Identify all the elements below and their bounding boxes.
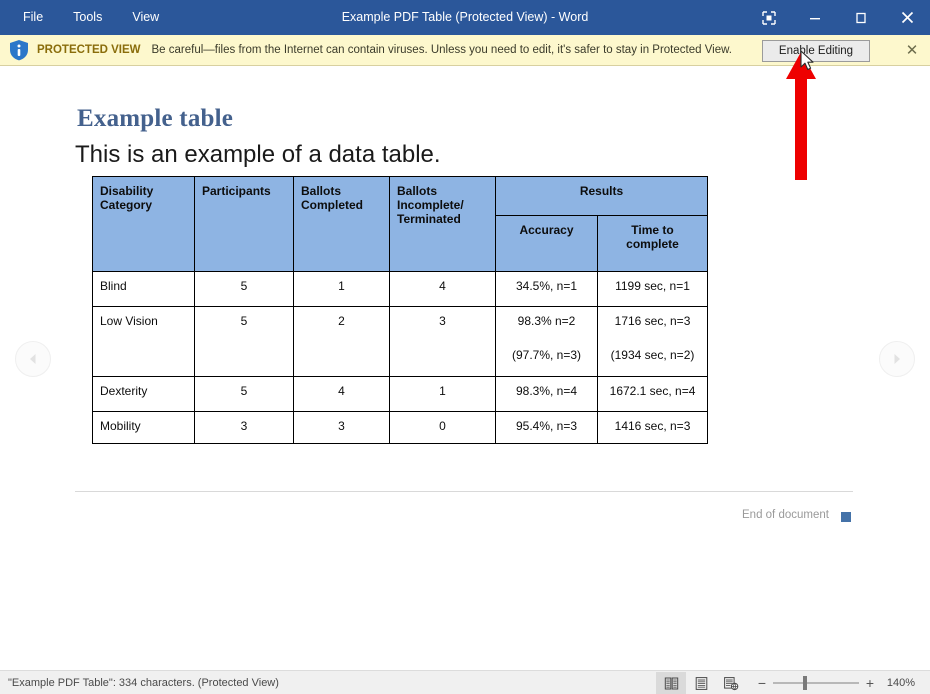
ribbon-display-options-icon — [762, 11, 776, 25]
ribbon-display-options-button[interactable] — [746, 0, 792, 35]
next-page-arrow-icon — [890, 352, 904, 366]
cell-time-to-complete: 1199 sec, n=1 — [598, 272, 708, 307]
status-bar-text: "Example PDF Table": 334 characters. (Pr… — [8, 677, 279, 689]
close-protected-view-bar-button[interactable]: ✕ — [904, 43, 920, 59]
table-row: Blind 5 1 4 34.5%, n=1 1199 sec, n=1 — [93, 272, 708, 307]
zoom-slider-thumb[interactable] — [803, 676, 807, 690]
cell-accuracy: 95.4%, n=3 — [496, 412, 598, 444]
close-button[interactable] — [884, 0, 930, 35]
data-table: Disability Category Participants Ballots… — [92, 176, 708, 444]
cell-ballots-completed: 4 — [294, 377, 390, 412]
table-row: Dexterity 5 4 1 98.3%, n=4 1672.1 sec, n… — [93, 377, 708, 412]
menu-view[interactable]: View — [117, 0, 174, 35]
print-layout-view-button[interactable] — [686, 672, 716, 694]
cell-category: Blind — [93, 272, 195, 307]
read-mode-view-button[interactable] — [656, 672, 686, 694]
maximize-restore-button[interactable] — [838, 0, 884, 35]
end-of-document-label: End of document — [742, 509, 829, 521]
page-title: Example table — [77, 105, 233, 133]
zoom-slider[interactable] — [773, 676, 859, 690]
zoom-in-button[interactable]: + — [862, 675, 878, 691]
enable-editing-button[interactable]: Enable Editing — [762, 40, 870, 62]
cell-ballots-completed: 2 — [294, 307, 390, 377]
cell-accuracy: 34.5%, n=1 — [496, 272, 598, 307]
document-subheading: This is an example of a data table. — [75, 141, 441, 169]
cell-accuracy: 98.3%, n=4 — [496, 377, 598, 412]
web-layout-view-icon — [723, 676, 739, 691]
title-bar: File Tools View Example PDF Table (Prote… — [0, 0, 930, 35]
protected-view-label: PROTECTED VIEW — [37, 44, 141, 56]
header-participants: Participants — [195, 177, 294, 272]
cell-ballots-completed: 1 — [294, 272, 390, 307]
previous-page-button[interactable] — [15, 341, 51, 377]
header-disability-category: Disability Category — [93, 177, 195, 272]
shield-info-icon — [8, 39, 30, 61]
cell-participants: 5 — [195, 307, 294, 377]
word-protected-view-window: File Tools View Example PDF Table (Prote… — [0, 0, 930, 694]
cell-participants: 3 — [195, 412, 294, 444]
cell-category: Mobility — [93, 412, 195, 444]
header-accuracy: Accuracy — [496, 216, 598, 272]
table-row: Low Vision 5 2 3 98.3% n=2 (97.7%, n=3) … — [93, 307, 708, 377]
minimize-icon — [809, 12, 821, 24]
restore-icon — [855, 12, 867, 24]
cell-time-to-complete: 1672.1 sec, n=4 — [598, 377, 708, 412]
menu-bar: File Tools View — [0, 0, 174, 35]
cell-ballots-incomplete: 4 — [390, 272, 496, 307]
header-time-to-complete: Time to complete — [598, 216, 708, 272]
cell-ballots-incomplete: 3 — [390, 307, 496, 377]
cell-category: Low Vision — [93, 307, 195, 377]
table-header-row-1: Disability Category Participants Ballots… — [93, 177, 708, 216]
cell-ballots-incomplete: 0 — [390, 412, 496, 444]
close-icon — [901, 11, 914, 24]
print-layout-view-icon — [694, 676, 709, 691]
cell-time-to-complete: 1716 sec, n=3 (1934 sec, n=2) — [598, 307, 708, 377]
previous-page-arrow-icon — [26, 352, 40, 366]
menu-tools[interactable]: Tools — [58, 0, 117, 35]
end-of-document-marker — [841, 512, 851, 522]
cell-ballots-completed: 3 — [294, 412, 390, 444]
web-layout-view-button[interactable] — [716, 672, 746, 694]
header-results-group: Results — [496, 177, 708, 216]
document-canvas[interactable]: Example table This is an example of a da… — [0, 66, 930, 670]
zoom-out-button[interactable]: − — [754, 675, 770, 691]
window-controls — [746, 0, 930, 35]
cell-ballots-incomplete: 1 — [390, 377, 496, 412]
header-ballots-incomplete-terminated: Ballots Incomplete/ Terminated — [390, 177, 496, 272]
next-page-button[interactable] — [879, 341, 915, 377]
zoom-control: − + — [754, 675, 878, 691]
protected-view-message: Be careful—files from the Internet can c… — [152, 44, 732, 56]
end-of-document-divider — [75, 491, 853, 492]
cell-accuracy: 98.3% n=2 (97.7%, n=3) — [496, 307, 598, 377]
status-bar-right-group: − + 140% — [656, 671, 930, 694]
status-bar: "Example PDF Table": 334 characters. (Pr… — [0, 670, 930, 694]
cell-category: Dexterity — [93, 377, 195, 412]
zoom-level-label[interactable]: 140% — [878, 677, 924, 689]
table-row: Mobility 3 3 0 95.4%, n=3 1416 sec, n=3 — [93, 412, 708, 444]
menu-file[interactable]: File — [8, 0, 58, 35]
cell-participants: 5 — [195, 272, 294, 307]
read-mode-view-icon — [664, 676, 679, 691]
header-ballots-completed: Ballots Completed — [294, 177, 390, 272]
cell-participants: 5 — [195, 377, 294, 412]
protected-view-bar: PROTECTED VIEW Be careful—files from the… — [0, 35, 930, 66]
cell-time-to-complete: 1416 sec, n=3 — [598, 412, 708, 444]
minimize-button[interactable] — [792, 0, 838, 35]
